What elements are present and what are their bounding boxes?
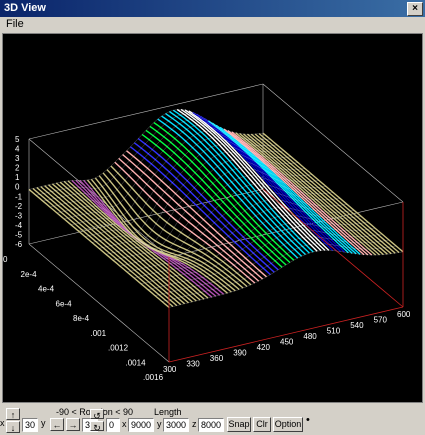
plot-3d-surface: 543210-1-2-3-4-5-602e-44e-46e-48e-4.001.…: [3, 83, 411, 382]
z-tick-label: 1: [15, 173, 20, 182]
rotate-right-button[interactable]: →: [66, 418, 80, 431]
y-tick-label: 2e-4: [21, 270, 38, 279]
x-tick-label: 420: [257, 343, 271, 352]
z-tick-label: -6: [15, 240, 23, 249]
z-tick-label: -3: [15, 211, 23, 220]
len-y-label: y: [157, 419, 162, 429]
z-tick-label: 2: [15, 164, 20, 173]
rotate-left-button[interactable]: ←: [50, 418, 64, 431]
rotate-down-button[interactable]: ↓: [6, 421, 20, 433]
status-indicator: •: [306, 414, 310, 426]
y-tick-label: .0016: [143, 373, 164, 382]
control-panel: ↑ ↓ x 30 y -90 < Rotation < 90 ← → 30 ↺ …: [0, 404, 425, 435]
close-button[interactable]: ×: [407, 2, 423, 16]
z-tick-label: 5: [15, 135, 20, 144]
z-tick-label: 3: [15, 154, 20, 163]
len-x-input[interactable]: 9000: [128, 418, 154, 432]
y-tick-label: 4e-4: [38, 285, 55, 294]
rotate-up-button[interactable]: ↑: [6, 408, 20, 420]
x-tick-label: 300: [163, 365, 177, 374]
menu-file[interactable]: File: [6, 18, 24, 30]
rotate-cw-button[interactable]: ↻: [90, 421, 104, 433]
x-tick-label: 330: [186, 360, 200, 369]
y-tick-label: 6e-4: [56, 299, 73, 308]
z-tick-label: 4: [15, 145, 20, 154]
x-tick-label: 450: [280, 338, 294, 347]
window-title: 3D View: [4, 2, 46, 14]
length-label: Length: [154, 407, 182, 417]
rot-x-label: x: [0, 418, 5, 428]
y-tick-label: .0012: [108, 344, 129, 353]
menu-bar: File: [0, 17, 425, 32]
y-tick-label: 8e-4: [73, 314, 90, 323]
x-tick-label: 600: [397, 310, 411, 319]
y-tick-label: 0: [3, 255, 8, 264]
z-tick-label: 0: [15, 183, 20, 192]
len-z-label: z: [192, 419, 197, 429]
snap-button[interactable]: Snap: [227, 417, 251, 432]
x-tick-label: 480: [303, 332, 317, 341]
y-tick-label: .001: [91, 329, 107, 338]
y-tick-label: .0014: [126, 358, 147, 367]
z-tick-label: -5: [15, 230, 23, 239]
rot-x-input[interactable]: 30: [22, 418, 38, 432]
rot-y-label: y: [41, 418, 46, 428]
plot-viewport[interactable]: 5 4 3 2 1 0 -1 -2 -3 -4 -5 -6 0 2e-4 4e-4 6e-4 8e-4.001.…: [2, 33, 423, 403]
len-z-input[interactable]: 8000: [198, 418, 224, 432]
len-x-label: x: [122, 419, 127, 429]
clear-button[interactable]: Clr: [253, 417, 271, 432]
z-tick-label: -4: [15, 221, 23, 230]
x-tick-label: 510: [327, 327, 341, 336]
len-y-input[interactable]: 3000: [163, 418, 189, 432]
x-tick-label: 540: [350, 321, 364, 330]
rotate-ccw-button[interactable]: ↺: [90, 409, 104, 421]
option-button[interactable]: Option: [273, 417, 303, 432]
x-tick-label: 360: [210, 354, 224, 363]
x-tick-label: 570: [374, 316, 388, 325]
x-tick-label: 390: [233, 349, 247, 358]
rot-z-input[interactable]: 0: [106, 418, 120, 432]
title-bar: 3D View ×: [0, 0, 425, 17]
z-tick-label: -1: [15, 192, 23, 201]
z-tick-label: -2: [15, 202, 23, 211]
